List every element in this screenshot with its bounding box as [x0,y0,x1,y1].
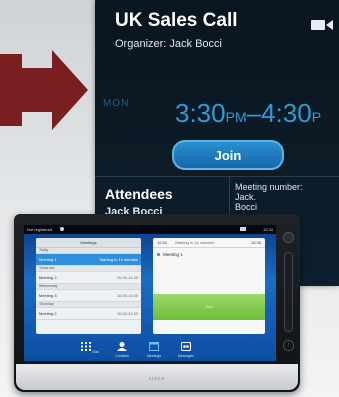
registration-status: Not registered [27,227,53,232]
video-endpoint-device: Not registered 12:34 Meetings Today Meet… [14,214,300,392]
bottom-dock: Dial Contacts Meetings Messages [24,339,276,361]
device-screen: Not registered 12:34 Meetings Today Meet… [24,225,276,361]
attendees-heading: Attendees [105,186,173,202]
camera-icon [311,20,333,30]
meeting-time: 3:30PM–4:30P [175,98,321,129]
meeting-list-item[interactable]: Meeting 2 10:30-11:30 [36,272,141,284]
join-button[interactable]: Join [172,140,284,170]
detail-title: Meeting 1 [163,252,183,257]
status-time: 12:34 [262,227,273,232]
meetings-list-panel: Meetings Today Meeting 1 Starting in 14 m… [36,238,141,334]
mute-button[interactable] [283,232,294,243]
meeting-indicator-icon [157,253,160,256]
dock-dial[interactable]: Dial [80,342,100,354]
time-start-suffix: PM [225,109,247,125]
meeting-list-item[interactable]: Meeting 3 10:00-11:00 [36,290,141,302]
status-bar: Not registered 12:34 [24,225,276,234]
meeting-info-line: Meeting number: [235,182,303,192]
detail-start: 12:34 [157,240,168,245]
dock-meetings[interactable]: Meetings [144,342,164,358]
time-start: 3:30 [175,98,226,128]
side-controls: ! [283,232,294,352]
device-bezel: cisco [16,364,298,390]
meeting-list-item[interactable]: Meeting 1 Starting in 14 minutes [36,254,141,266]
meeting-organizer: Organizer: Jack Bocci [115,38,222,50]
dock-label: Dial [92,350,99,354]
dock-messages[interactable]: Messages [176,342,196,358]
calendar-icon [149,342,159,351]
info-icon[interactable]: ! [283,340,294,351]
status-dot-icon [60,227,64,231]
dock-label: Contacts [115,354,129,358]
time-end: 4:30 [261,98,312,128]
dock-contacts[interactable]: Contacts [112,342,132,358]
dock-label: Meetings [146,354,162,358]
meetings-list-title: Meetings [36,238,141,248]
brand-logo: cisco [148,376,166,382]
keypad-icon [81,342,92,351]
meeting-title: UK Sales Call [115,10,238,31]
messages-icon [181,342,191,351]
dock-label: Messages [178,354,194,358]
time-end-suffix: P [311,109,322,125]
meeting-info-line: Jack. [235,192,257,202]
meeting-list-item[interactable]: Meeting 2 10:00-11:30 [36,308,141,320]
meeting-detail-panel: 12:34 Starting in 14 minutes 12:35 Meeti… [153,238,265,334]
detail-note: Starting in 14 minutes [175,240,214,245]
detail-header: 12:34 Starting in 14 minutes 12:35 [153,238,265,248]
volume-slider[interactable] [284,252,293,332]
detail-end: 12:35 [250,240,261,245]
divider [95,176,339,177]
camera-icon [240,227,246,231]
meeting-info-line: Bocci [235,202,258,212]
meeting-day: MON [103,98,130,109]
contacts-icon [117,342,127,351]
pointer-arrow [0,50,88,130]
detail-join-button[interactable]: Join [153,294,265,320]
time-separator: – [246,98,262,128]
